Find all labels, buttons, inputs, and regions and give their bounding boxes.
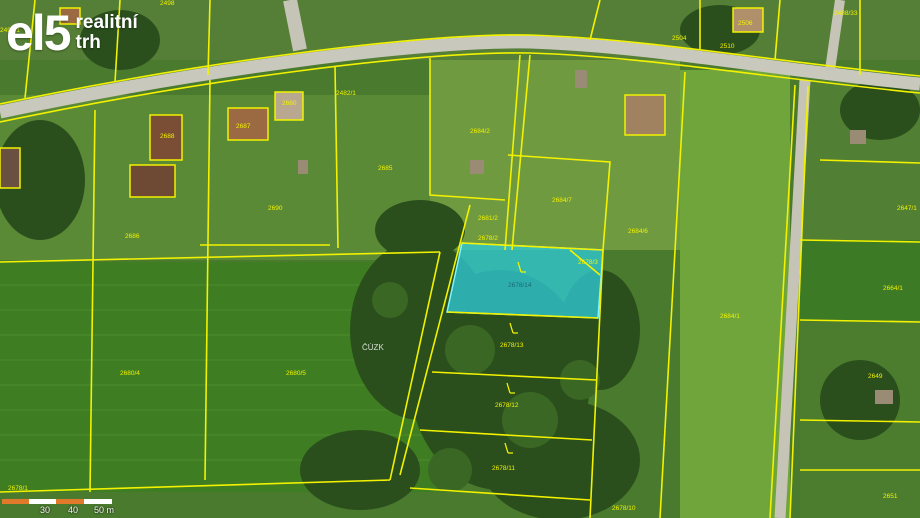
scale-bar: 30 40 50 m — [2, 498, 116, 516]
scale-label-40: 40 — [68, 505, 79, 515]
parcel-label-3: 2678/11 — [492, 465, 515, 472]
parcel-label-1: 2678/13 — [500, 342, 524, 349]
parcel-label-0: 2678/14 — [508, 282, 532, 289]
parcel-label-9: 2684/6 — [628, 228, 648, 235]
parcel-label-16: 2687 — [236, 123, 251, 130]
cadastral-map[interactable]: 2678/14 2678/13 2678/12 2678/11 2678/10 … — [0, 0, 920, 518]
parcel-label-15: 2688 — [160, 133, 175, 140]
driveway — [283, 0, 307, 52]
meadow-area — [430, 60, 680, 250]
parcel-label-2: 2678/12 — [495, 402, 519, 409]
logo-line-2: trh — [75, 32, 101, 53]
parcel-label-4: 2678/10 — [612, 505, 636, 512]
logo-mark: el5 — [6, 5, 72, 61]
parcel-label-18: 2685 — [378, 165, 393, 172]
scale-segment — [84, 499, 112, 504]
scale-track — [2, 499, 112, 504]
parcel-label-27: 2510 — [720, 43, 735, 50]
brand-logo: el5 realitní trh — [6, 8, 138, 58]
parcel-label-11: 2684/1 — [720, 313, 740, 320]
parcel-label-26: 2506 — [738, 20, 753, 27]
parcel-label-6: 2678/3 — [578, 259, 598, 266]
cuzk-watermark: ČÚZK — [362, 343, 384, 352]
parcel-label-10: 2684/2 — [470, 128, 490, 135]
east-field — [800, 240, 920, 320]
highlighted-parcel[interactable] — [446, 242, 604, 319]
scale-segment — [56, 499, 84, 504]
parcel-label-14: 2686 — [125, 233, 140, 240]
scale-segment — [29, 499, 56, 504]
parcel-label-24: 2678/1 — [8, 485, 28, 492]
parcel-label-8: 2684/7 — [552, 197, 572, 204]
parcel-label-12: 2680/5 — [286, 370, 306, 377]
scale-segment — [2, 499, 29, 504]
scale-label-30: 30 — [40, 505, 51, 515]
logo-text: realitní trh — [76, 13, 138, 53]
logo-line-1: realitní — [75, 12, 138, 33]
parcel-label-17: 2690 — [268, 205, 283, 212]
parcel-label-28: 2488/33 — [834, 10, 858, 17]
parcel-label-5: 2678/2 — [478, 235, 498, 242]
parcel-label-31: 2498 — [160, 0, 175, 7]
parcel-label-21: 2647/1 — [897, 205, 917, 212]
parcel-label-22: 2649 — [868, 373, 883, 380]
parcel-label-32: 2660 — [282, 100, 297, 107]
scale-label-50: 50 m — [94, 505, 115, 515]
parcel-label-25: 2504 — [672, 35, 687, 42]
parcel-label-7: 2681/2 — [478, 215, 498, 222]
parcel-label-30: 2482/1 — [336, 90, 356, 97]
parcel-label-23: 2651 — [883, 493, 898, 500]
parcel-label-13: 2680/4 — [120, 370, 140, 377]
